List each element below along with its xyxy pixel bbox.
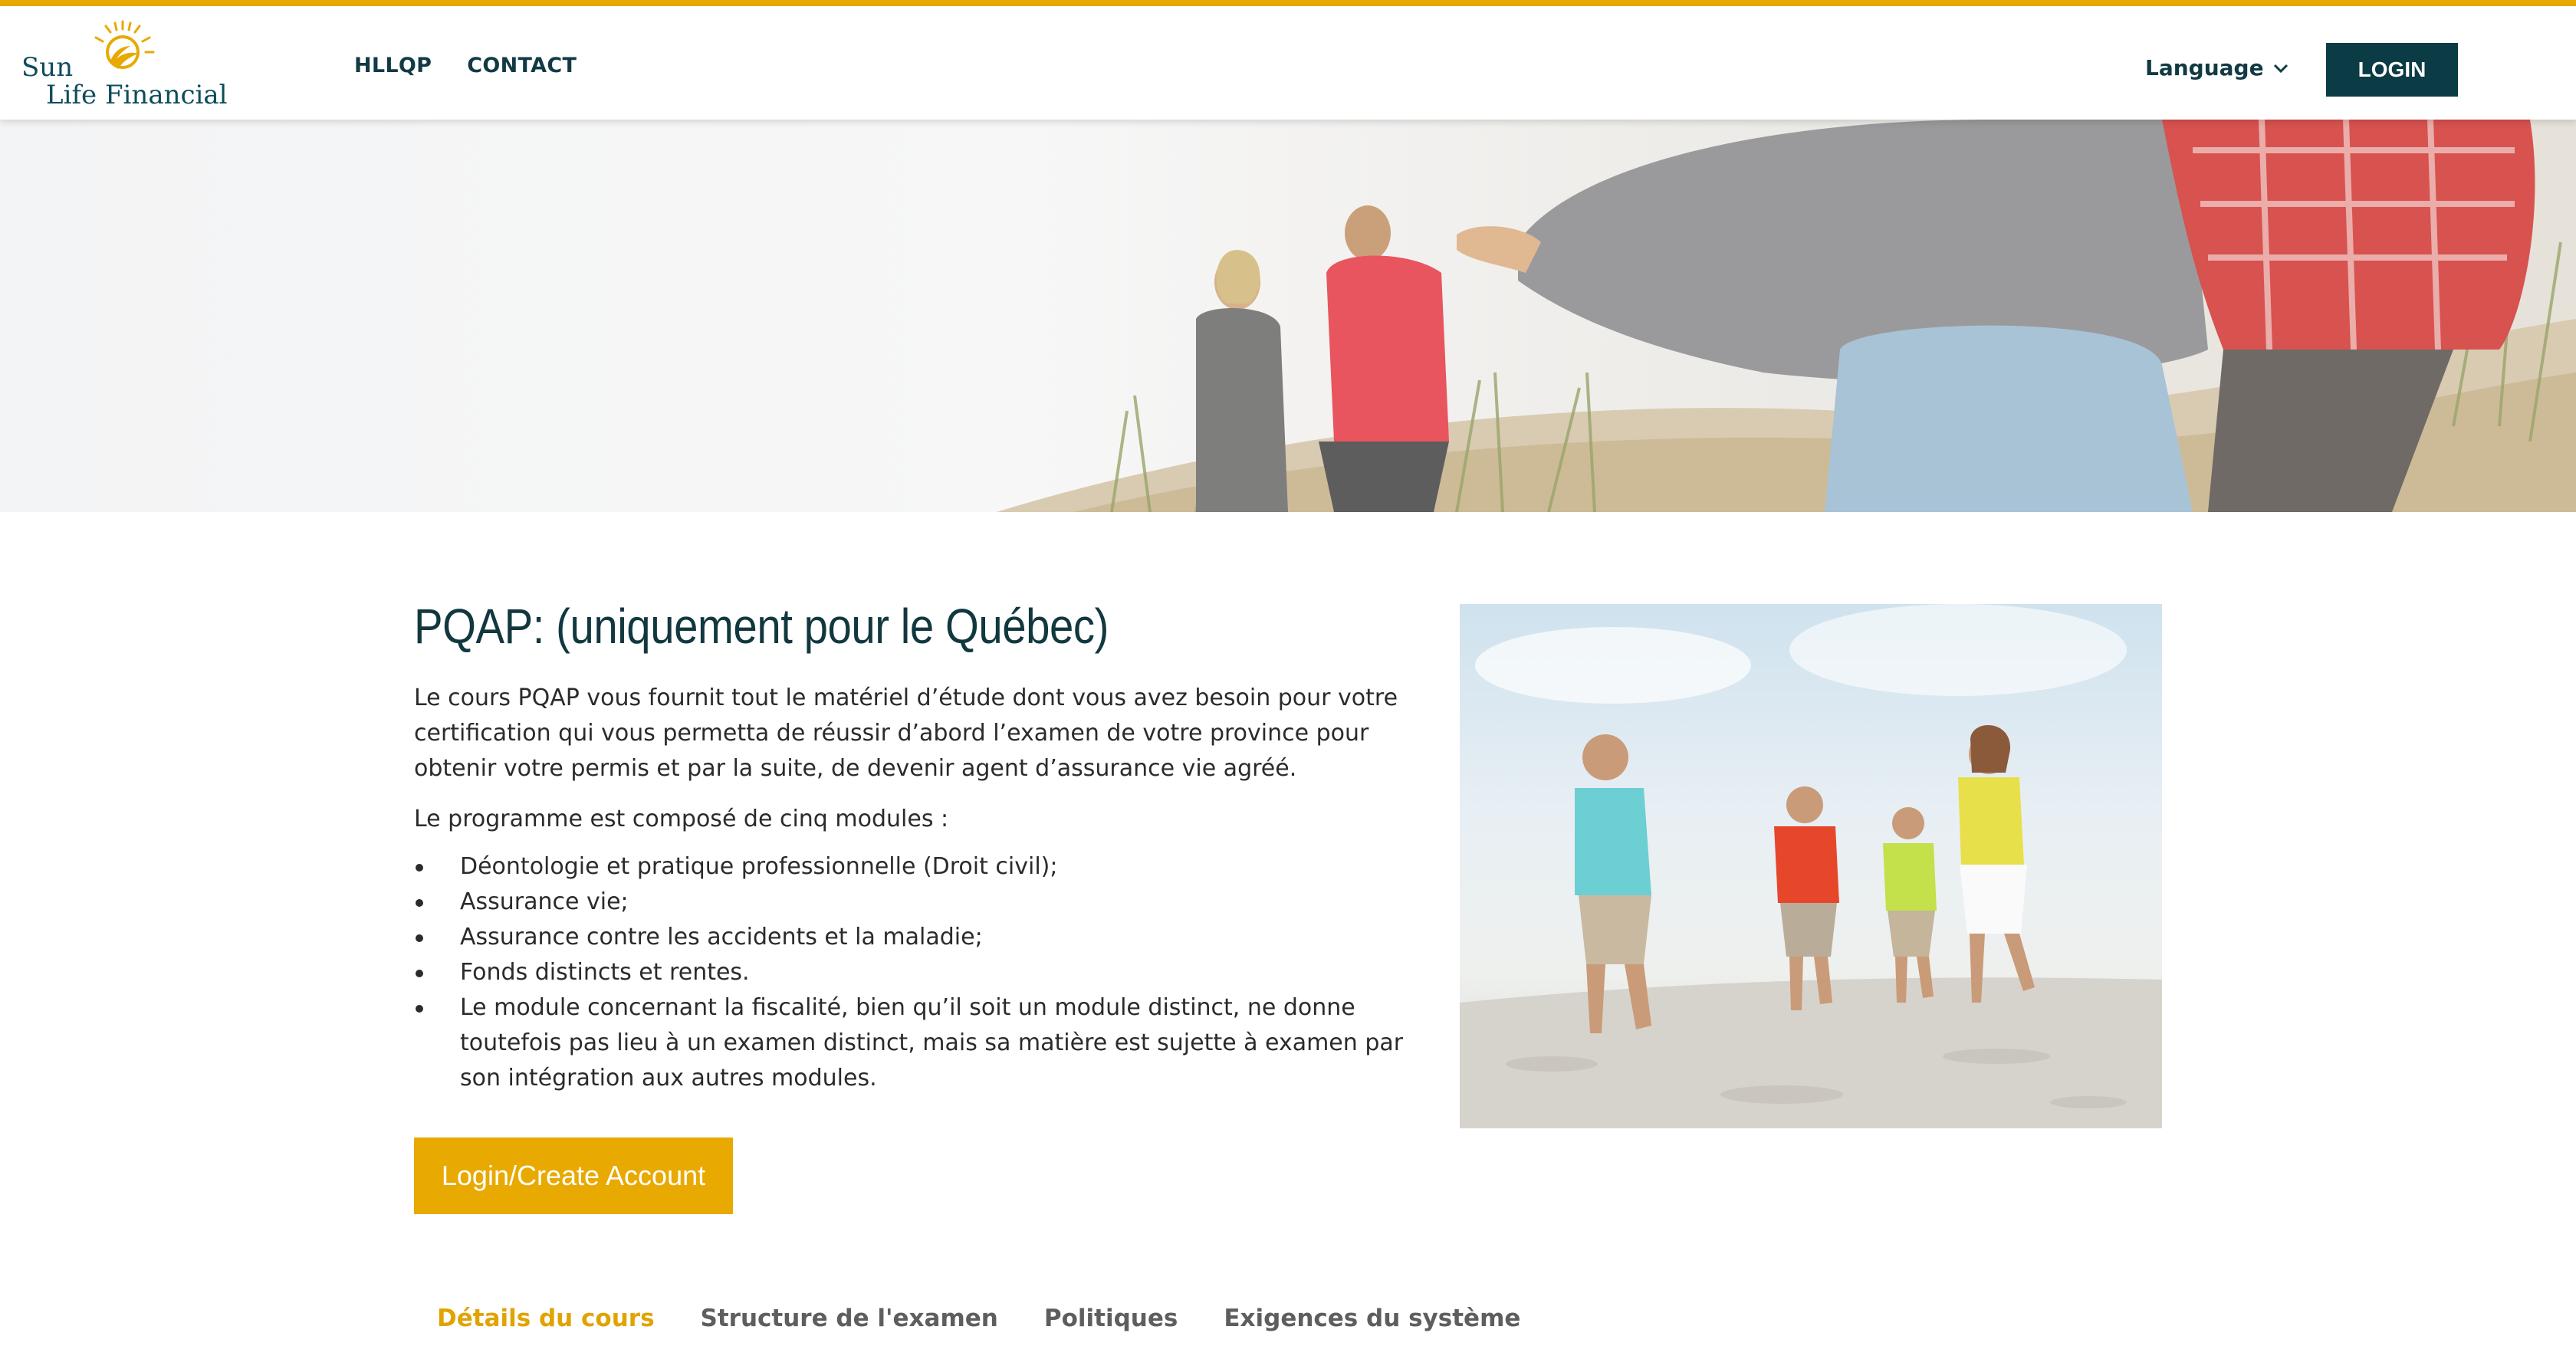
list-item: Assurance contre les accidents et la mal…: [414, 920, 1418, 955]
tab-policies[interactable]: Politiques: [1021, 1305, 1201, 1332]
language-label: Language: [2145, 55, 2264, 80]
site-header: Sun Life Financial HLLQP CONTACT Languag…: [0, 6, 2576, 120]
list-item: Déontologie et pratique professionnelle …: [414, 849, 1418, 885]
family-beach-photo: [1460, 604, 2162, 1128]
hero-banner-image: [0, 120, 2576, 512]
top-accent-bar: [0, 0, 2576, 6]
course-tabs: Détails du cours Structure de l'examen P…: [414, 1305, 1543, 1332]
sun-life-logo[interactable]: Sun Life Financial: [21, 18, 228, 110]
main-nav: HLLQP CONTACT: [354, 54, 577, 77]
sun-icon: [94, 20, 155, 69]
family-illustration: [1460, 604, 2162, 1128]
course-intro-text: Le cours PQAP vous fournit tout le matér…: [414, 684, 1398, 782]
list-item: Le module concernant la fiscalité, bien …: [414, 990, 1418, 1096]
hero-illustration: [997, 120, 2576, 512]
nav-item-hllqp[interactable]: HLLQP: [354, 54, 432, 77]
modules-intro-text: Le programme est composé de cinq modules…: [414, 806, 949, 832]
main-content: PQAP: (uniquement pour le Québec) Le cou…: [414, 598, 1418, 1214]
logo-text-sun: Sun: [21, 52, 74, 83]
nav-item-contact[interactable]: CONTACT: [467, 54, 577, 77]
language-selector[interactable]: Language: [2145, 55, 2290, 80]
login-create-account-button[interactable]: Login/Create Account: [414, 1138, 733, 1214]
modules-list: Déontologie et pratique professionnelle …: [414, 849, 1418, 1096]
chevron-down-icon: [2273, 64, 2288, 73]
page-title: PQAP: (uniquement pour le Québec): [414, 599, 1109, 654]
list-item: Fonds distincts et rentes.: [414, 955, 1418, 990]
tab-course-details[interactable]: Détails du cours: [414, 1305, 678, 1332]
tab-system-requirements[interactable]: Exigences du système: [1201, 1305, 1543, 1332]
list-item: Assurance vie;: [414, 885, 1418, 920]
logo-text-life-financial: Life Financial: [46, 80, 228, 110]
tab-exam-structure[interactable]: Structure de l'examen: [678, 1305, 1021, 1332]
login-button[interactable]: LOGIN: [2326, 43, 2458, 97]
